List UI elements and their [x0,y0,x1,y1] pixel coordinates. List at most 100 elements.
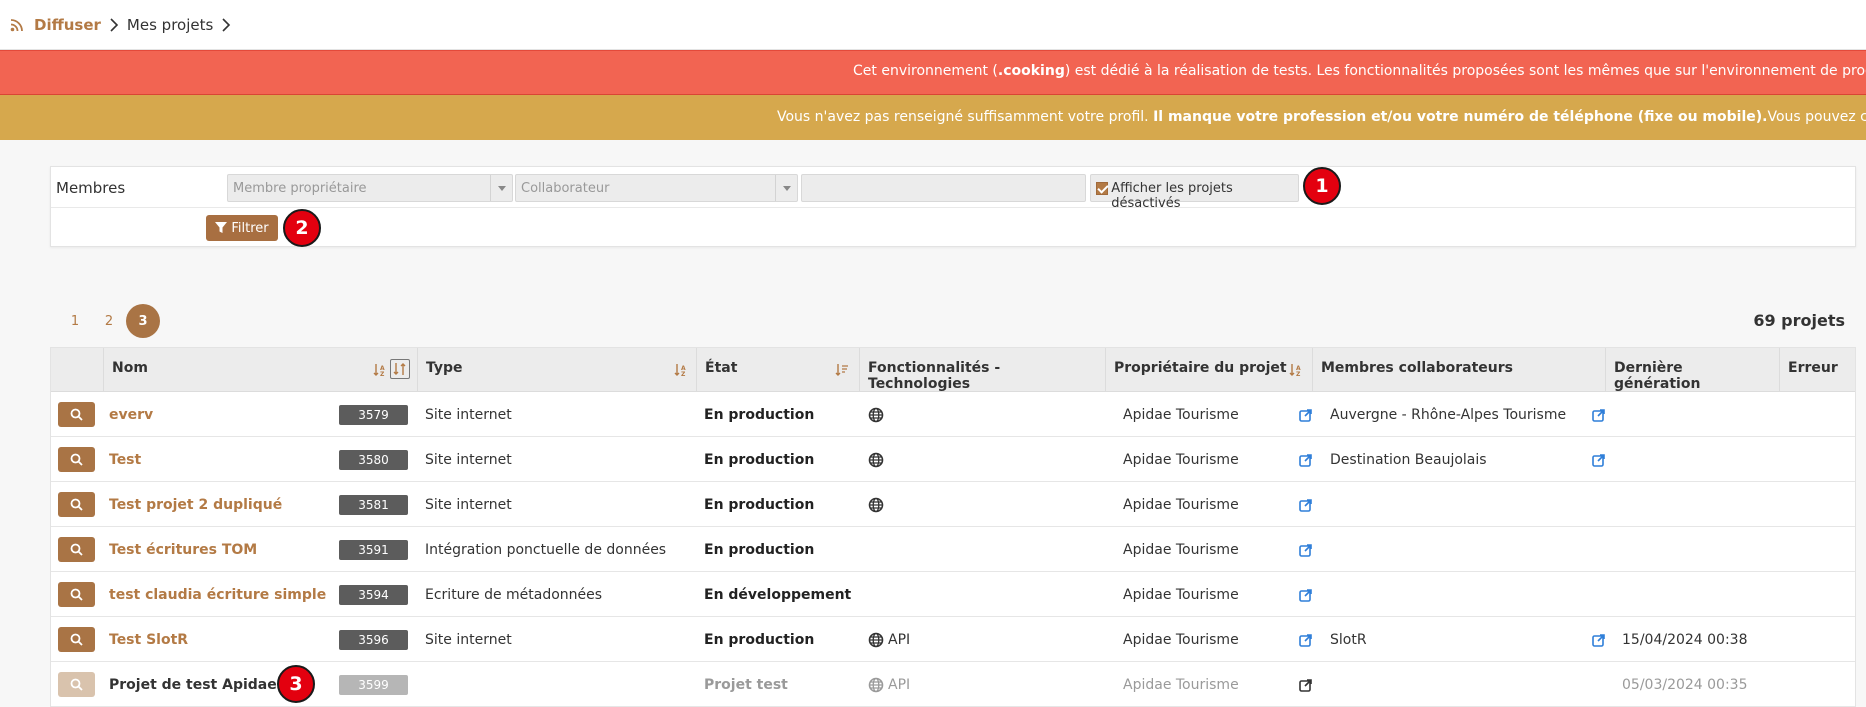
search-input[interactable] [801,174,1086,202]
members-external-link[interactable] [1592,437,1606,482]
alert-text-highlight: .cooking [997,63,1065,79]
annotation-badge-2: 2 [283,209,321,247]
feature-label: API [888,676,911,693]
collaborator-select[interactable]: Collaborateur [515,174,798,202]
owner-external-link[interactable] [1299,662,1313,707]
sort-icon[interactable] [835,363,849,377]
header-state[interactable]: État [696,348,859,392]
project-owner: Apidae Tourisme [1123,586,1239,603]
show-disabled-projects-toggle[interactable]: Afficher les projets désactivés [1090,174,1299,211]
chevron-down-icon[interactable] [490,175,512,201]
breadcrumb-current: Mes projets [126,15,214,34]
owner-external-link[interactable] [1299,572,1313,617]
table-row: Test SlotR 3596 Site internet En production… [51,617,1855,662]
chevron-down-icon[interactable] [775,175,797,201]
header-type-label: Type [426,360,463,376]
header-owner-label: Propriétaire du projet [1114,360,1287,376]
project-state: En développement [704,586,852,603]
sort-icon[interactable]: AZ [674,363,688,377]
external-link-icon[interactable] [1592,408,1606,422]
profile-incomplete-alert: Vous n'avez pas renseigné suffisamment v… [0,95,1866,140]
project-id-badge: 3594 [339,585,408,605]
view-project-button[interactable] [58,582,95,607]
view-project-button[interactable] [58,402,95,427]
header-features-label: Fonctionnalités - Technologies [868,360,1001,392]
table-row: Test projet 2 dupliqué 3581 Site internet E… [51,482,1855,527]
owner-external-link[interactable] [1299,527,1313,572]
header-features: Fonctionnalités - Technologies [859,348,1105,392]
external-link-icon[interactable] [1592,633,1606,647]
project-name-link[interactable]: Test [109,437,141,482]
profile-alert-post: Vous pouvez compléter votre profil [1767,109,1866,125]
projects-table: Nom AZ Type AZ État Fonctionnalités - Te… [50,347,1856,707]
external-link-icon[interactable] [1299,453,1313,467]
owner-external-link[interactable] [1299,437,1313,482]
sort-icon[interactable]: AZ [373,363,387,377]
search-icon [70,633,83,646]
project-members: Auvergne - Rhône-Alpes Tourisme [1330,406,1567,423]
external-link-icon[interactable] [1299,633,1313,647]
svg-text:Z: Z [681,371,686,377]
table-row: Test 3580 Site internet En production Apidae… [51,437,1855,482]
project-type: Intégration ponctuelle de données [425,541,667,558]
filter-button[interactable]: Filtrer [206,215,278,241]
external-link-icon[interactable] [1299,543,1313,557]
external-link-icon[interactable] [1299,498,1313,512]
header-owner[interactable]: Propriétaire du projet AZ [1105,348,1312,392]
members-external-link[interactable] [1592,617,1606,662]
project-state: En production [704,451,815,468]
header-last-generation-label: Dernière génération [1614,360,1701,392]
project-count: 69 projets [1753,311,1845,330]
project-name-link[interactable]: Test écritures TOM [109,527,257,572]
page-link-3-current[interactable]: 3 [126,304,160,338]
chevron-right-icon[interactable] [220,17,232,32]
globe-icon [868,677,884,692]
project-members: SlotR [1330,631,1367,648]
search-icon [70,543,83,556]
project-id-badge: 3596 [339,630,408,650]
sort-icon[interactable]: AZ [1289,363,1303,377]
project-name-link[interactable]: test claudia écriture simple [109,572,326,617]
breadcrumb-diffuser-link[interactable]: Diffuser [34,16,101,34]
checkbox-checked-icon[interactable] [1096,182,1109,195]
header-type[interactable]: Type AZ [417,348,696,392]
owner-external-link[interactable] [1299,392,1313,437]
project-owner: Apidae Tourisme [1123,631,1239,648]
owner-member-select[interactable]: Membre propriétaire [227,174,513,202]
view-project-button[interactable] [58,672,95,697]
search-icon [70,408,83,421]
owner-external-link[interactable] [1299,617,1313,662]
page-link-2[interactable]: 2 [92,304,126,338]
external-link-icon[interactable] [1592,453,1606,467]
view-project-button[interactable] [58,537,95,562]
members-external-link[interactable] [1592,392,1606,437]
external-link-icon[interactable] [1299,678,1313,692]
profile-alert-bold: Il manque votre profession et/ou votre n… [1153,109,1768,125]
owner-external-link[interactable] [1299,482,1313,527]
search-icon [70,678,83,691]
external-link-icon[interactable] [1299,588,1313,602]
project-name-link[interactable]: Test projet 2 dupliqué [109,482,282,527]
project-owner: Apidae Tourisme [1123,676,1239,693]
view-project-button[interactable] [58,447,95,472]
view-project-button[interactable] [58,492,95,517]
pagination: 1 2 3 [58,304,160,338]
breadcrumb: Diffuser Mes projets [0,0,1866,50]
project-state: En production [704,631,815,648]
page-link-1[interactable]: 1 [58,304,92,338]
project-features: API [868,617,910,662]
view-project-button[interactable] [58,627,95,652]
filter-icon [215,222,228,233]
globe-icon [868,497,884,512]
project-owner: Apidae Tourisme [1123,496,1239,513]
show-disabled-label: Afficher les projets désactivés [1111,181,1233,211]
sort-active-icon[interactable] [390,359,410,379]
last-generation: 05/03/2024 00:35 [1622,676,1748,693]
members-label: Membres [56,179,126,197]
project-type: Site internet [425,496,512,513]
project-name-link[interactable]: everv [109,392,153,437]
external-link-icon[interactable] [1299,408,1313,422]
project-name-link[interactable]: Test SlotR [109,617,188,662]
header-name[interactable]: Nom AZ [103,348,417,392]
alert-text-pre: Cet environnement ( [853,63,998,79]
